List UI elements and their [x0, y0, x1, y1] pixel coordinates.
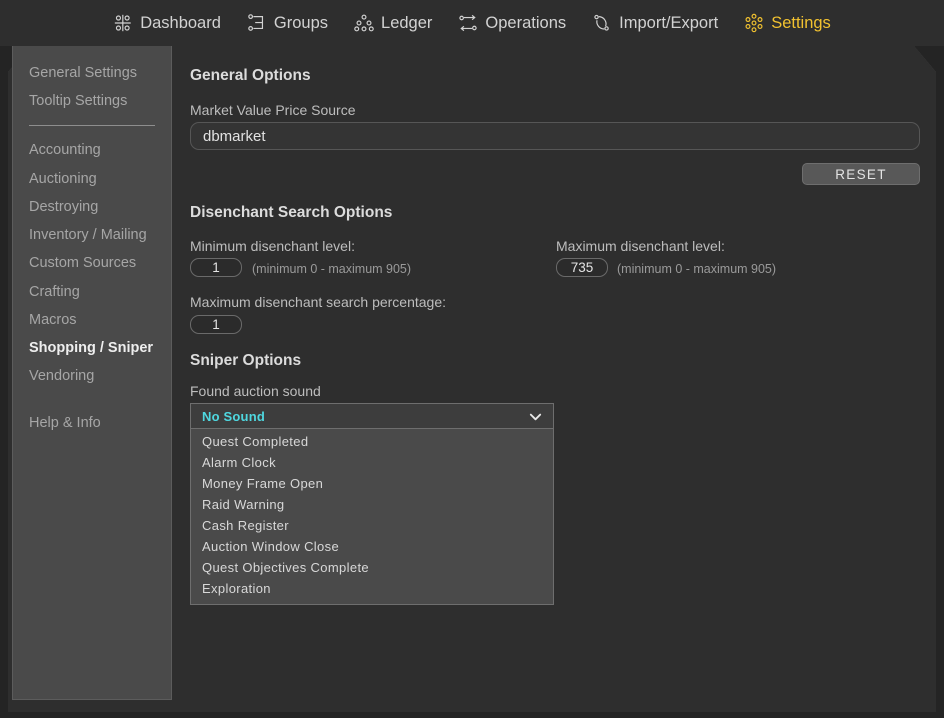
- maximum-disenchant-search-percentage-label: Maximum disenchant search percentage:: [190, 294, 447, 310]
- found-auction-sound-selected-value: No Sound: [202, 408, 265, 424]
- dropdown-option-exploration[interactable]: Exploration: [191, 579, 553, 600]
- maximum-disenchant-level-label: Maximum disenchant level:: [556, 238, 725, 254]
- nav-item-import-export[interactable]: Import/Export: [590, 9, 720, 37]
- nav-label-settings: Settings: [771, 13, 831, 32]
- operations-icon: [458, 13, 478, 33]
- dashboard-icon: [113, 13, 133, 33]
- market-value-price-source-input[interactable]: [190, 122, 920, 150]
- dropdown-option-quest-objectives-complete[interactable]: Quest Objectives Complete: [191, 558, 553, 579]
- found-auction-sound-label: Found auction sound: [190, 383, 321, 399]
- sidebar-item-crafting[interactable]: Crafting: [13, 278, 171, 306]
- sidebar-item-shopping-sniper[interactable]: Shopping / Sniper: [13, 334, 171, 362]
- disenchant-search-options-title: Disenchant Search Options: [190, 204, 393, 221]
- nav-label-operations: Operations: [485, 13, 567, 32]
- sidebar-item-destroying[interactable]: Destroying: [13, 193, 171, 221]
- nav-item-operations[interactable]: Operations: [456, 9, 568, 37]
- general-options-title: General Options: [190, 67, 311, 84]
- found-auction-sound-dropdown-button[interactable]: No Sound: [191, 404, 553, 429]
- nav-item-settings[interactable]: Settings: [742, 9, 833, 37]
- settings-icon: [744, 13, 764, 33]
- sniper-options-title: Sniper Options: [190, 352, 302, 369]
- maximum-disenchant-level-input[interactable]: [556, 258, 608, 277]
- sidebar-item-general-settings[interactable]: General Settings: [13, 59, 171, 87]
- import-export-icon: [592, 13, 612, 33]
- dropdown-option-auction-window-close[interactable]: Auction Window Close: [191, 537, 553, 558]
- ledger-icon: [354, 13, 374, 33]
- sidebar-item-auctioning[interactable]: Auctioning: [13, 165, 171, 193]
- maximum-disenchant-search-percentage-input[interactable]: [190, 315, 242, 334]
- sidebar-item-vendoring[interactable]: Vendoring: [13, 362, 171, 390]
- nav-item-ledger[interactable]: Ledger: [352, 9, 434, 37]
- maximum-disenchant-level-hint: (minimum 0 - maximum 905): [617, 262, 777, 276]
- sidebar-item-accounting[interactable]: Accounting: [13, 136, 171, 164]
- sidebar-item-inventory-mailing[interactable]: Inventory / Mailing: [13, 221, 171, 249]
- settings-content: General Options Market Value Price Sourc…: [185, 48, 930, 698]
- dropdown-option-quest-completed[interactable]: Quest Completed: [191, 432, 553, 453]
- dropdown-option-raid-warning[interactable]: Raid Warning: [191, 495, 553, 516]
- nav-label-import-export: Import/Export: [619, 13, 719, 32]
- nav-label-groups: Groups: [273, 13, 329, 32]
- settings-sidebar: General Settings Tooltip Settings Accoun…: [12, 44, 172, 700]
- top-navigation-bar: Dashboard Groups Ledger Operations Impor…: [0, 0, 944, 46]
- nav-item-groups[interactable]: Groups: [245, 9, 330, 37]
- minimum-disenchant-level-input[interactable]: [190, 258, 242, 277]
- dropdown-option-cash-register[interactable]: Cash Register: [191, 516, 553, 537]
- market-value-price-source-label: Market Value Price Source: [190, 102, 356, 118]
- app-window: Dashboard Groups Ledger Operations Impor…: [0, 0, 944, 718]
- chevron-down-icon: [528, 409, 543, 424]
- minimum-disenchant-level-hint: (minimum 0 - maximum 905): [252, 262, 412, 276]
- sidebar-item-tooltip-settings[interactable]: Tooltip Settings: [13, 87, 171, 115]
- sidebar-item-help-info[interactable]: Help & Info: [13, 409, 171, 437]
- found-auction-sound-dropdown: No Sound Quest Completed Alarm Clock Mon…: [190, 403, 554, 605]
- sidebar-divider: [29, 125, 155, 127]
- nav-item-dashboard[interactable]: Dashboard: [111, 9, 223, 37]
- sidebar-item-custom-sources[interactable]: Custom Sources: [13, 249, 171, 277]
- sidebar-item-macros[interactable]: Macros: [13, 306, 171, 334]
- dropdown-option-money-frame-open[interactable]: Money Frame Open: [191, 474, 553, 495]
- minimum-disenchant-level-label: Minimum disenchant level:: [190, 238, 355, 254]
- dropdown-option-alarm-clock[interactable]: Alarm Clock: [191, 453, 553, 474]
- nav-label-ledger: Ledger: [381, 13, 433, 32]
- reset-button[interactable]: RESET: [802, 163, 920, 185]
- found-auction-sound-option-list: Quest Completed Alarm Clock Money Frame …: [191, 429, 553, 604]
- nav-label-dashboard: Dashboard: [140, 13, 221, 32]
- groups-icon: [247, 13, 267, 33]
